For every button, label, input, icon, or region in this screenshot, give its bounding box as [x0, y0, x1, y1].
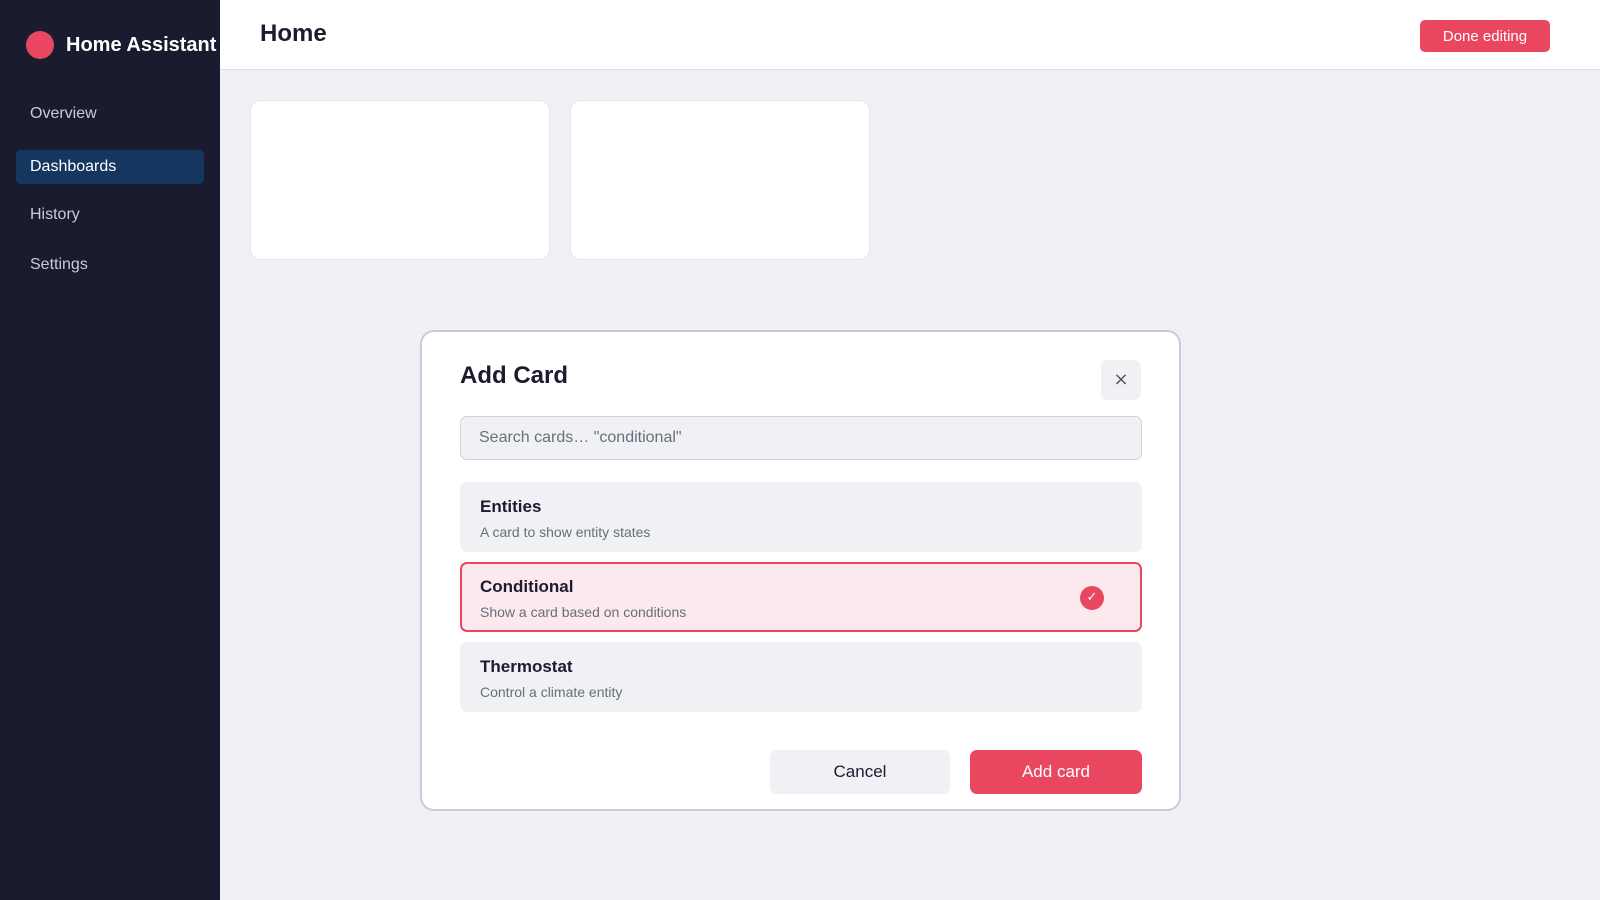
search-cards-input[interactable]	[460, 416, 1142, 460]
card-option-name: Thermostat	[480, 657, 573, 676]
dashboard-card[interactable]	[570, 100, 870, 260]
card-option-thermostat[interactable]: Thermostat Control a climate entity	[460, 642, 1142, 712]
card-option-description: A card to show entity states	[480, 524, 651, 540]
card-option-description: Control a climate entity	[480, 684, 623, 700]
check-icon: ✓	[1080, 586, 1104, 610]
brand-name: Home Assistant	[66, 33, 217, 56]
card-option-name: Entities	[480, 497, 542, 516]
home-assistant-logo-icon	[26, 31, 54, 59]
add-card-button[interactable]: Add card	[970, 750, 1142, 794]
done-editing-button[interactable]: Done editing	[1420, 20, 1550, 52]
page-title: Home	[260, 20, 327, 47]
top-header: Home Done editing	[220, 0, 1600, 70]
card-option-conditional[interactable]: Conditional Show a card based on conditi…	[460, 562, 1142, 632]
card-option-entities[interactable]: Entities A card to show entity states	[460, 482, 1142, 552]
dashboard-card[interactable]	[250, 100, 550, 260]
sidebar-item-dashboards[interactable]: Dashboards	[16, 150, 204, 184]
add-card-dialog: Add Card × Entities A card to show entit…	[420, 330, 1181, 811]
sidebar-item-overview[interactable]: Overview	[16, 97, 204, 131]
card-option-name: Conditional	[480, 577, 574, 596]
card-option-description: Show a card based on conditions	[480, 604, 687, 620]
sidebar: Home Assistant Overview Dashboards Histo…	[0, 0, 220, 900]
sidebar-item-settings[interactable]: Settings	[16, 248, 204, 282]
cancel-button[interactable]: Cancel	[770, 750, 950, 794]
close-icon[interactable]: ×	[1101, 360, 1141, 400]
brand: Home Assistant	[26, 31, 216, 59]
dialog-title: Add Card	[460, 362, 568, 389]
sidebar-item-history[interactable]: History	[16, 198, 204, 232]
